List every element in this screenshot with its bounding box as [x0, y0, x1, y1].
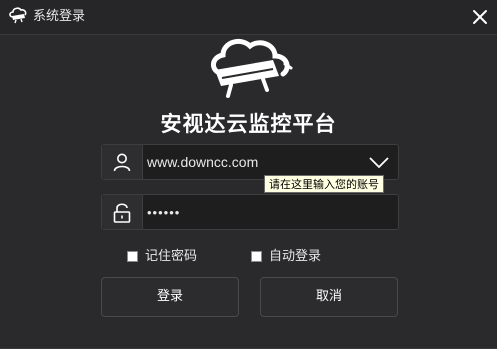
app-title: 安视达云监控平台: [160, 112, 337, 136]
username-icon-box: [102, 145, 143, 179]
window-title: 系统登录: [33, 9, 86, 24]
cloud-camera-logo: [211, 38, 293, 98]
cloud-camera-icon: [9, 7, 27, 24]
chevron-down-icon[interactable]: [368, 154, 390, 170]
close-icon[interactable]: [471, 8, 489, 26]
auto-login-label: 自动登录: [269, 249, 322, 264]
remember-password-checkbox[interactable]: [127, 251, 138, 262]
cancel-button[interactable]: 取消: [260, 277, 398, 317]
auto-login-checkbox[interactable]: [251, 251, 262, 262]
remember-password-label: 记住密码: [145, 249, 198, 264]
title-bar: 系统登录: [0, 0, 497, 35]
lock-icon: [113, 203, 131, 223]
username-tooltip: 请在这里输入您的账号: [264, 175, 384, 193]
password-icon-box: [102, 195, 143, 229]
login-button[interactable]: 登录: [101, 277, 239, 317]
password-field: [101, 194, 399, 230]
user-icon: [113, 153, 131, 172]
username-input[interactable]: [147, 145, 357, 179]
password-input[interactable]: [147, 195, 357, 229]
login-window: 系统登录 安视达云监控平台 请在这里输入您的账号: [0, 0, 497, 349]
